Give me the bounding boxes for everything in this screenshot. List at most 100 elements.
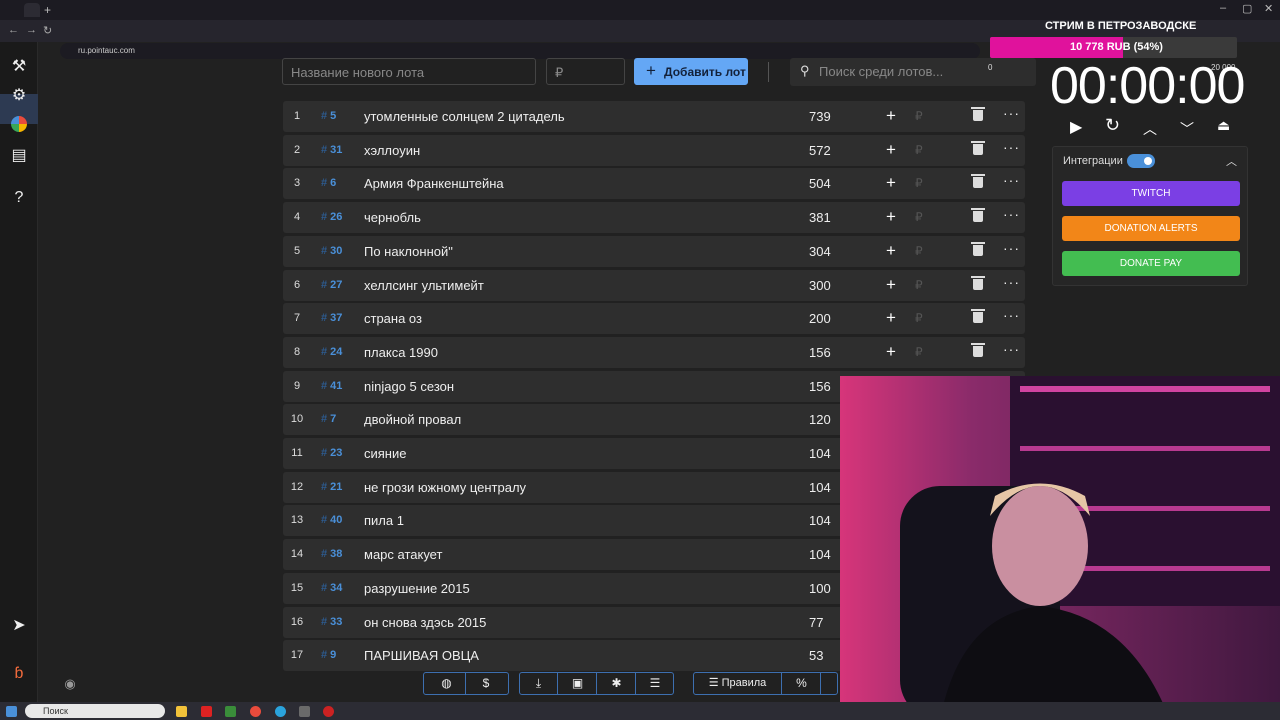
- lot-row[interactable]: 1 #5 утомленные солнцем 2 цитадель 739 + ₽ ···: [283, 101, 1025, 132]
- add-lot-button[interactable]: + Добавить лот: [634, 58, 748, 85]
- settings-gear-icon[interactable]: ⚙: [9, 86, 29, 106]
- donate-dollar-icon[interactable]: $: [467, 673, 505, 694]
- increase-icon[interactable]: ︿: [1143, 119, 1157, 139]
- lot-name[interactable]: чернобль: [364, 210, 421, 225]
- trash-icon[interactable]: [971, 242, 985, 256]
- more-options-icon[interactable]: ···: [1003, 307, 1020, 323]
- telegram-taskbar-icon[interactable]: [275, 706, 286, 717]
- add-amount-button[interactable]: +: [886, 241, 896, 261]
- play-icon[interactable]: ▶: [1070, 117, 1082, 137]
- amount-field[interactable]: ₽: [915, 345, 923, 359]
- brand-logo-icon[interactable]: ɓ: [9, 664, 29, 684]
- lot-name[interactable]: утомленные солнцем 2 цитадель: [364, 109, 565, 124]
- clipboard-icon[interactable]: ▤: [9, 146, 29, 166]
- double-increase-icon[interactable]: ⏏: [1217, 117, 1230, 134]
- lot-row[interactable]: 2 #31 хэллоуин 572 + ₽ ···: [283, 135, 1025, 166]
- more-options-icon[interactable]: ···: [1003, 274, 1020, 290]
- rules-button[interactable]: ☰ Правила: [694, 673, 782, 694]
- windows-start-icon[interactable]: [6, 706, 17, 717]
- opera-icon[interactable]: [201, 706, 212, 717]
- help-icon[interactable]: ?: [9, 188, 29, 208]
- chrome-icon[interactable]: [250, 706, 261, 717]
- browser-tab[interactable]: [24, 3, 40, 17]
- trash-icon[interactable]: [971, 343, 985, 357]
- more-options-icon[interactable]: ···: [1003, 139, 1020, 155]
- lot-name[interactable]: страна оз: [364, 311, 422, 326]
- twitch-button[interactable]: TWITCH: [1062, 181, 1240, 206]
- amount-field[interactable]: ₽: [915, 210, 923, 224]
- download-icon[interactable]: ⤓: [520, 673, 558, 694]
- integrations-toggle[interactable]: [1127, 154, 1155, 168]
- lot-name[interactable]: Армия Франкенштейна: [364, 176, 504, 191]
- add-amount-button[interactable]: +: [886, 173, 896, 193]
- lot-name[interactable]: ninjago 5 сезон: [364, 379, 454, 394]
- bug-icon[interactable]: ✱: [598, 673, 636, 694]
- lot-name[interactable]: хеллсинг ультимейт: [364, 278, 484, 293]
- minimize-button[interactable]: –: [1220, 2, 1226, 14]
- taskbar-search[interactable]: Поиск: [25, 704, 165, 718]
- amount-field[interactable]: ₽: [915, 143, 923, 157]
- obs-icon[interactable]: [323, 706, 334, 717]
- lot-name[interactable]: По наклонной": [364, 244, 453, 259]
- percent-button[interactable]: %: [783, 673, 821, 694]
- lot-row[interactable]: 3 #6 Армия Франкенштейна 504 + ₽ ···: [283, 168, 1025, 199]
- amount-field[interactable]: ₽: [915, 109, 923, 123]
- lot-row[interactable]: 5 #30 По наклонной" 304 + ₽ ···: [283, 236, 1025, 267]
- lot-amount-input[interactable]: ₽: [546, 58, 625, 85]
- back-icon[interactable]: ←: [8, 24, 19, 36]
- save-icon[interactable]: ▣: [559, 673, 597, 694]
- trash-icon[interactable]: [971, 309, 985, 323]
- minecraft-icon[interactable]: [225, 706, 236, 717]
- amount-field[interactable]: ₽: [915, 176, 923, 190]
- add-amount-button[interactable]: +: [886, 342, 896, 362]
- visibility-eye-icon[interactable]: ◉: [60, 674, 80, 694]
- lot-search-input[interactable]: ⚲ Поиск среди лотов...: [790, 58, 1036, 86]
- close-window-button[interactable]: ✕: [1264, 2, 1273, 15]
- donate-pay-button[interactable]: DONATE PAY: [1062, 251, 1240, 276]
- add-amount-button[interactable]: +: [886, 106, 896, 126]
- more-options-icon[interactable]: ···: [1003, 341, 1020, 357]
- add-amount-button[interactable]: +: [886, 140, 896, 160]
- lot-name[interactable]: пила 1: [364, 513, 404, 528]
- lot-name[interactable]: плакса 1990: [364, 345, 438, 360]
- trash-icon[interactable]: [971, 141, 985, 155]
- amount-field[interactable]: ₽: [915, 244, 923, 258]
- more-options-icon[interactable]: ···: [1003, 240, 1020, 256]
- chrome-active-icon[interactable]: [299, 706, 310, 717]
- lot-name[interactable]: хэллоуин: [364, 143, 420, 158]
- reset-icon[interactable]: ↻: [1105, 115, 1120, 136]
- lot-name[interactable]: ПАРШИВАЯ ОВЦА: [364, 648, 479, 663]
- decrease-icon[interactable]: ﹀: [1180, 119, 1194, 139]
- add-amount-button[interactable]: +: [886, 308, 896, 328]
- wheel-icon[interactable]: [9, 116, 29, 136]
- amount-field[interactable]: ₽: [915, 278, 923, 292]
- forward-icon[interactable]: →: [26, 24, 37, 36]
- lot-name[interactable]: он снова здэсь 2015: [364, 615, 486, 630]
- file-explorer-icon[interactable]: [176, 706, 187, 717]
- telegram-icon[interactable]: ➤: [9, 616, 29, 636]
- donation-alerts-button[interactable]: DONATION ALERTS: [1062, 216, 1240, 241]
- reload-icon[interactable]: ↻: [43, 24, 52, 37]
- lot-name[interactable]: сияние: [364, 446, 406, 461]
- lot-name-input[interactable]: Название нового лота: [282, 58, 536, 85]
- clear-list-icon[interactable]: ☰: [637, 673, 673, 694]
- amount-field[interactable]: ₽: [915, 311, 923, 325]
- auction-gavel-icon[interactable]: ⚒: [9, 57, 29, 77]
- chevron-up-icon[interactable]: ︿: [1226, 153, 1237, 169]
- new-tab-button[interactable]: +: [44, 3, 51, 17]
- lot-row[interactable]: 8 #24 плакса 1990 156 + ₽ ···: [283, 337, 1025, 368]
- add-amount-button[interactable]: +: [886, 275, 896, 295]
- more-options-icon[interactable]: ···: [1003, 172, 1020, 188]
- lot-name[interactable]: не грози южному централу: [364, 480, 526, 495]
- trash-icon[interactable]: [971, 174, 985, 188]
- url-input[interactable]: ru.pointauc.com: [60, 43, 980, 59]
- lot-row[interactable]: 7 #37 страна оз 200 + ₽ ···: [283, 303, 1025, 334]
- maximize-button[interactable]: ▢: [1242, 2, 1252, 15]
- lot-row[interactable]: 4 #26 чернобль 381 + ₽ ···: [283, 202, 1025, 233]
- lot-name[interactable]: разрушение 2015: [364, 581, 470, 596]
- lot-name[interactable]: двойной провал: [364, 412, 461, 427]
- more-options-icon[interactable]: ···: [1003, 105, 1020, 121]
- lot-name[interactable]: марс атакует: [364, 547, 442, 562]
- lot-row[interactable]: 6 #27 хеллсинг ультимейт 300 + ₽ ···: [283, 270, 1025, 301]
- github-icon[interactable]: ◍: [428, 673, 466, 694]
